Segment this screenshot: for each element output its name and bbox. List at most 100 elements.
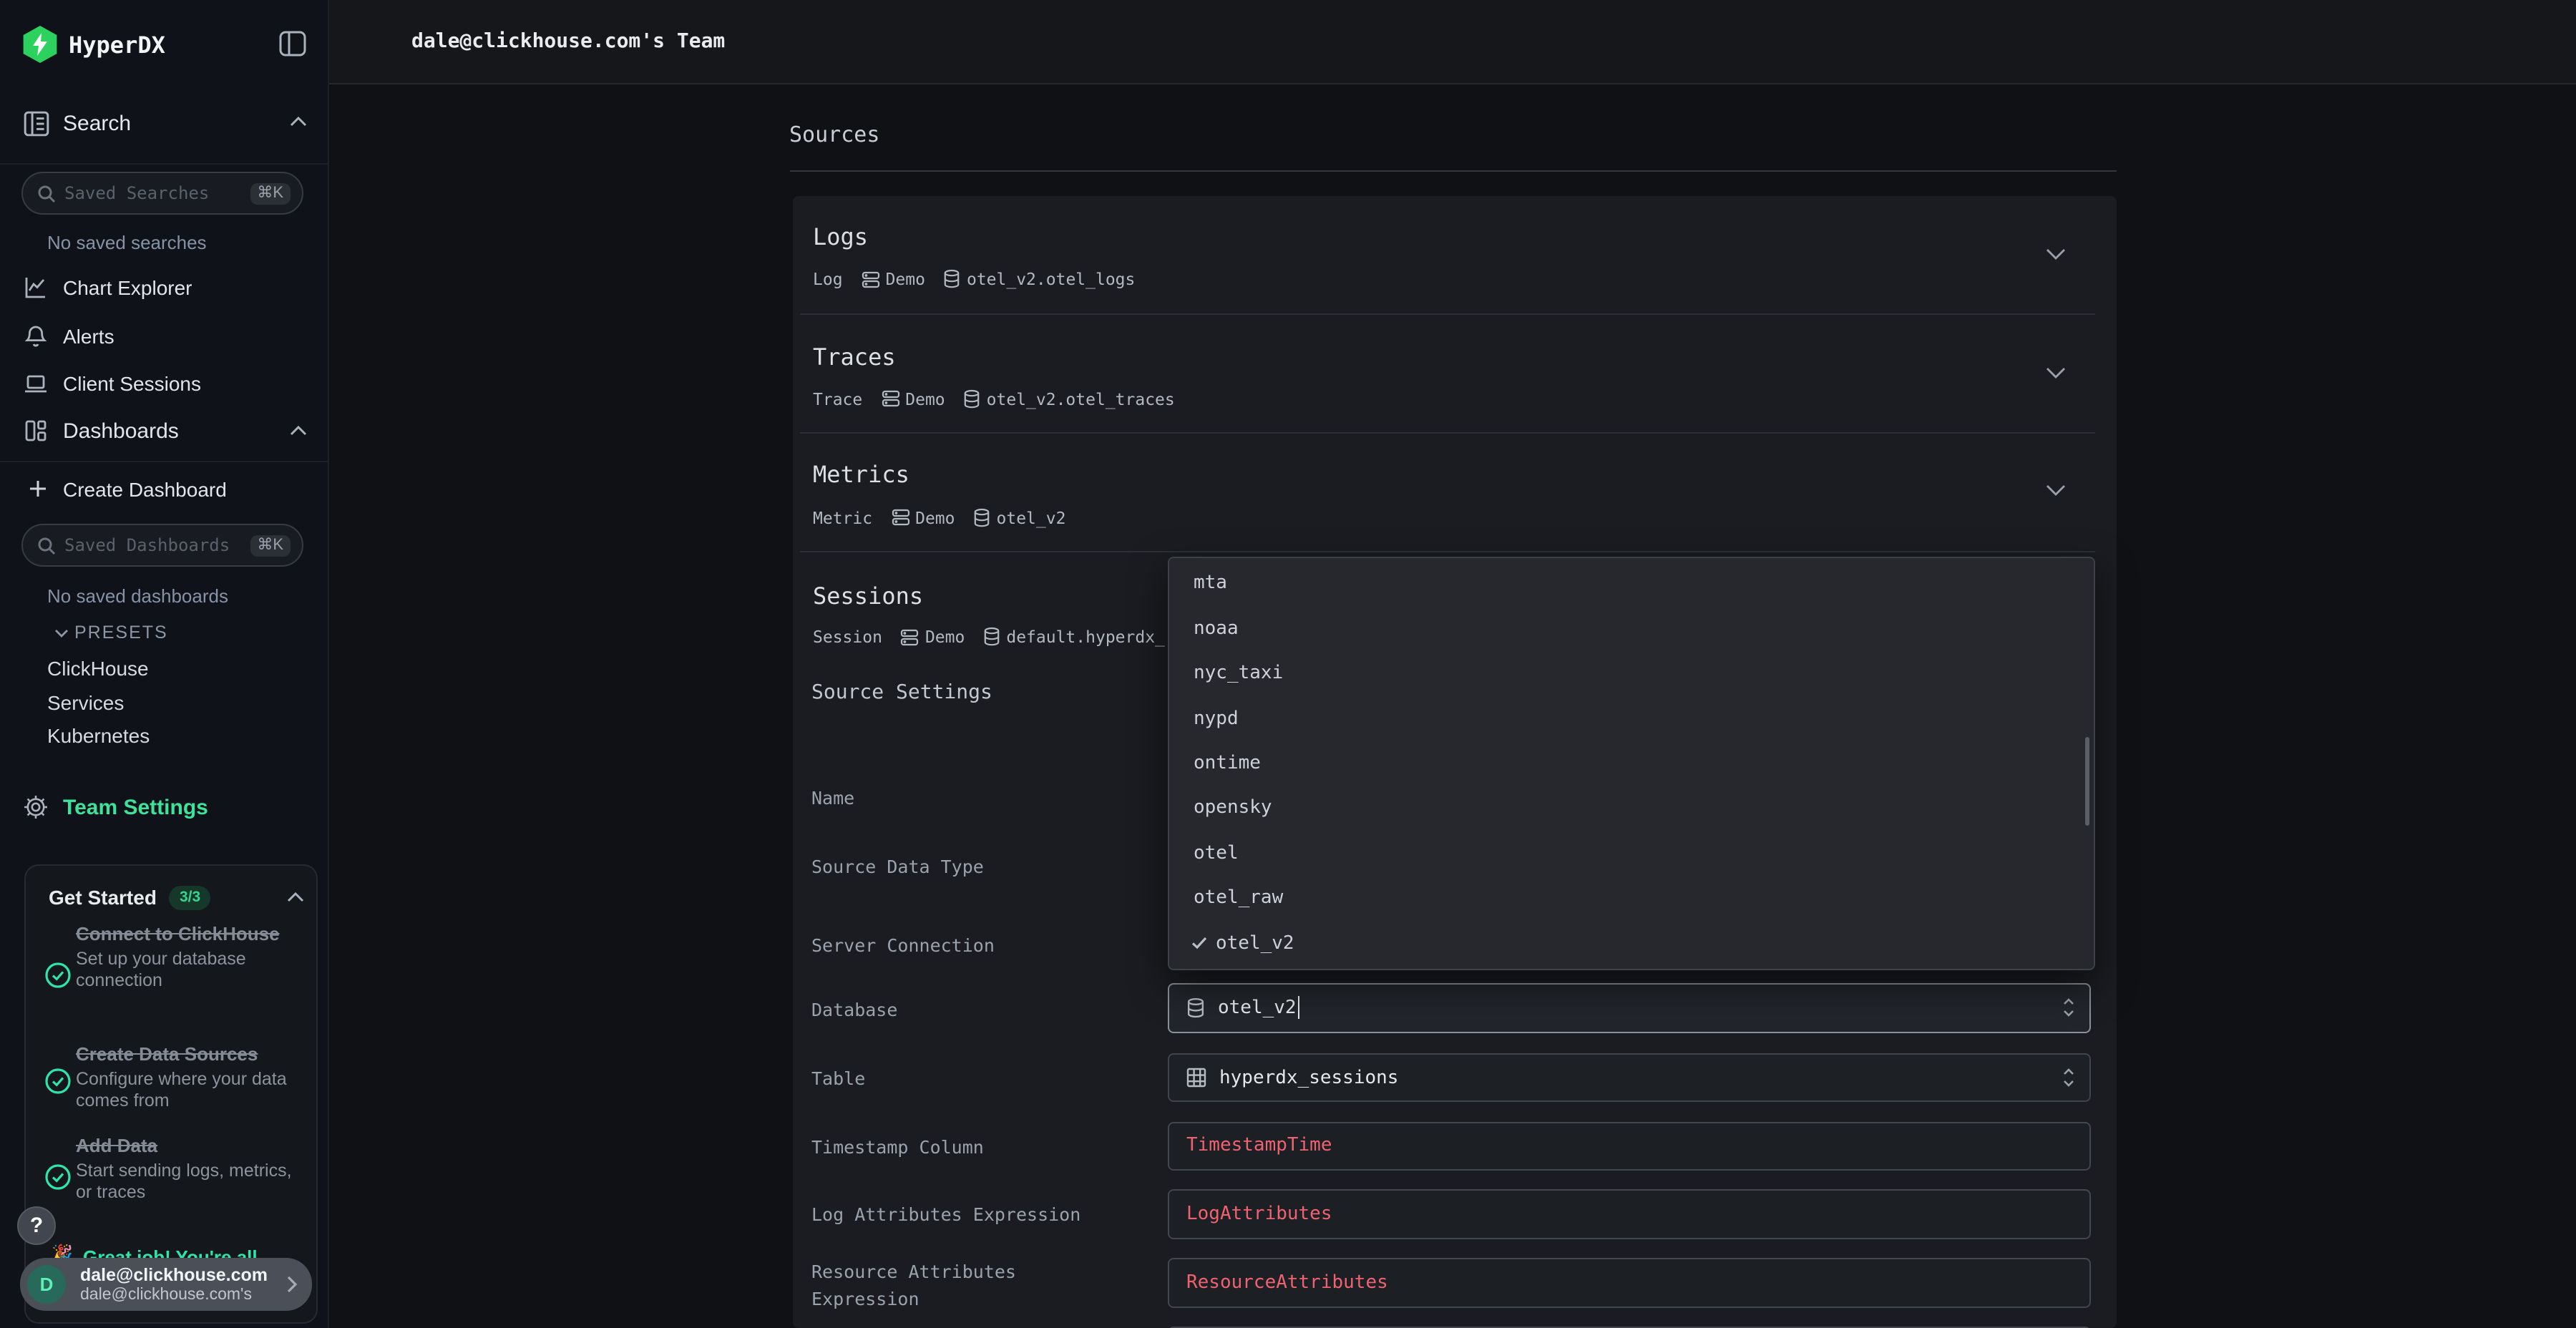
dropdown-option-selected[interactable]: otel_v2 — [1169, 921, 2094, 966]
connection-name: Demo — [925, 627, 965, 647]
sidebar-item-label: Alerts — [63, 325, 114, 348]
chevron-up-icon — [289, 116, 308, 127]
preset-item-services[interactable]: Services — [47, 690, 124, 713]
server-icon — [891, 508, 909, 527]
database-label: Database — [811, 995, 897, 1022]
check-circle-icon — [44, 1068, 72, 1095]
database-icon — [974, 507, 991, 527]
source-type-badge: Metric — [813, 507, 872, 527]
saved-searches-search[interactable]: ⌘K — [21, 172, 303, 215]
team-page-title: dale@clickhouse.com's Team — [411, 30, 725, 53]
get-started-item[interactable]: Create Data Sources Configure where your… — [76, 1040, 302, 1113]
connection-name: Demo — [886, 269, 925, 289]
source-table-name: default.hyperdx_s — [1006, 627, 1165, 647]
saved-dashboards-search[interactable]: ⌘K — [21, 524, 303, 567]
log-attributes-value: LogAttributes — [1186, 1204, 1332, 1225]
search-icon — [37, 184, 56, 202]
sidebar-item-label: Dashboards — [63, 419, 179, 444]
source-data-type-label: Source Data Type — [811, 852, 984, 879]
chevron-down-icon[interactable] — [2045, 248, 2067, 260]
source-row-meta: Trace Demo otel_v2.otel_traces — [813, 389, 1175, 409]
help-label: ? — [30, 1214, 43, 1238]
server-connection-label: Server Connection — [811, 931, 995, 958]
timestamp-column-label: Timestamp Column — [811, 1133, 984, 1161]
database-select[interactable]: otel_v2 — [1168, 982, 2091, 1032]
sidebar-section-search[interactable]: Search — [0, 104, 329, 153]
create-dashboard-button[interactable]: Create Dashboard — [0, 474, 329, 508]
database-icon — [944, 269, 961, 289]
sidebar-item-label: Chart Explorer — [63, 276, 192, 299]
search-icon — [37, 536, 56, 555]
text-caret — [1298, 996, 1300, 1019]
gear-icon — [23, 794, 49, 820]
dropdown-option[interactable]: noaa — [1169, 606, 2094, 651]
database-dropdown: mta noaa nyc_taxi nypd ontime opensky ot… — [1167, 557, 2095, 970]
user-account-button[interactable]: D dale@clickhouse.com dale@clickhouse.co… — [20, 1258, 312, 1311]
laptop-icon — [23, 371, 49, 396]
dropdown-option[interactable]: ontime — [1169, 741, 2094, 786]
get-started-item[interactable]: Connect to ClickHouse Set up your databa… — [76, 920, 293, 992]
database-icon — [964, 389, 981, 409]
sidebar-item-alerts[interactable]: Alerts — [0, 321, 329, 355]
bell-icon — [23, 323, 49, 349]
dropdown-scrollbar[interactable] — [2085, 736, 2089, 826]
dropdown-option[interactable]: mta — [1169, 561, 2094, 606]
server-icon — [901, 628, 919, 646]
divider — [800, 551, 2095, 552]
log-attributes-label: Log Attributes Expression — [811, 1201, 1080, 1228]
chevron-right-icon — [286, 1275, 298, 1294]
sidebar-divider — [0, 163, 329, 165]
user-name: dale@clickhouse.com — [80, 1264, 286, 1286]
chevron-down-icon[interactable] — [2045, 366, 2067, 379]
sidebar-item-label: Client Sessions — [63, 372, 201, 395]
help-button[interactable]: ? — [17, 1206, 56, 1245]
check-circle-icon — [44, 962, 72, 989]
source-row-title: Logs — [813, 223, 868, 250]
source-table-name: otel_v2.otel_logs — [967, 269, 1135, 289]
database-icon — [1186, 997, 1205, 1018]
log-attributes-input[interactable]: LogAttributes — [1168, 1189, 2091, 1239]
source-row-meta: Log Demo otel_v2.otel_logs — [813, 269, 1135, 289]
divider — [800, 313, 2095, 315]
source-table-name: otel_v2 — [997, 507, 1066, 527]
get-started-item-desc: Start sending logs, metrics, or traces — [76, 1160, 293, 1204]
database-value: otel_v2 — [1218, 997, 1297, 1018]
dropdown-option[interactable]: otel_raw — [1169, 876, 2094, 921]
presets-toggle[interactable]: PRESETS — [0, 621, 329, 647]
connection-name: Demo — [915, 507, 955, 527]
sidebar-item-dashboards[interactable]: Dashboards — [0, 415, 329, 449]
divider — [800, 432, 2095, 434]
sidebar-item-chart-explorer[interactable]: Chart Explorer — [0, 272, 329, 306]
server-icon — [862, 270, 880, 288]
name-label: Name — [811, 784, 854, 811]
source-row-title: Traces — [813, 343, 896, 371]
saved-searches-input[interactable] — [64, 183, 250, 203]
saved-dashboards-input[interactable] — [64, 535, 250, 555]
get-started-badge: 3/3 — [170, 886, 210, 909]
preset-item-kubernetes[interactable]: Kubernetes — [47, 724, 150, 747]
table-select[interactable]: hyperdx_sessions — [1168, 1053, 2091, 1102]
sidebar-item-team-settings[interactable]: Team Settings — [0, 790, 329, 827]
dropdown-option[interactable]: opensky — [1169, 786, 2094, 831]
source-row-title: Sessions — [813, 582, 923, 609]
timestamp-column-input[interactable]: TimestampTime — [1168, 1121, 2091, 1170]
dropdown-option[interactable]: otel — [1169, 831, 2094, 876]
avatar: D — [27, 1265, 66, 1304]
dropdown-option[interactable]: nyc_taxi — [1169, 651, 2094, 696]
table-label: Table — [811, 1065, 865, 1092]
sidebar-item-client-sessions[interactable]: Client Sessions — [0, 368, 329, 402]
get-started-item[interactable]: Add Data Start sending logs, metrics, or… — [76, 1132, 293, 1204]
user-subtitle: dale@clickhouse.com's — [80, 1286, 286, 1304]
saved-dashboards-shortcut: ⌘K — [250, 534, 291, 556]
chevron-up-icon[interactable] — [286, 892, 305, 903]
check-circle-icon — [44, 1163, 72, 1191]
collapse-sidebar-button[interactable] — [278, 29, 308, 59]
resource-attributes-input[interactable]: ResourceAttributes — [1168, 1258, 2091, 1308]
chevron-down-icon[interactable] — [2045, 484, 2067, 497]
database-icon — [983, 627, 1000, 647]
table-icon — [1186, 1068, 1206, 1088]
preset-item-clickhouse[interactable]: ClickHouse — [47, 657, 149, 680]
sidebar-divider — [0, 461, 329, 462]
dropdown-option[interactable]: nypd — [1169, 696, 2094, 741]
sources-heading-rule — [789, 170, 2117, 171]
